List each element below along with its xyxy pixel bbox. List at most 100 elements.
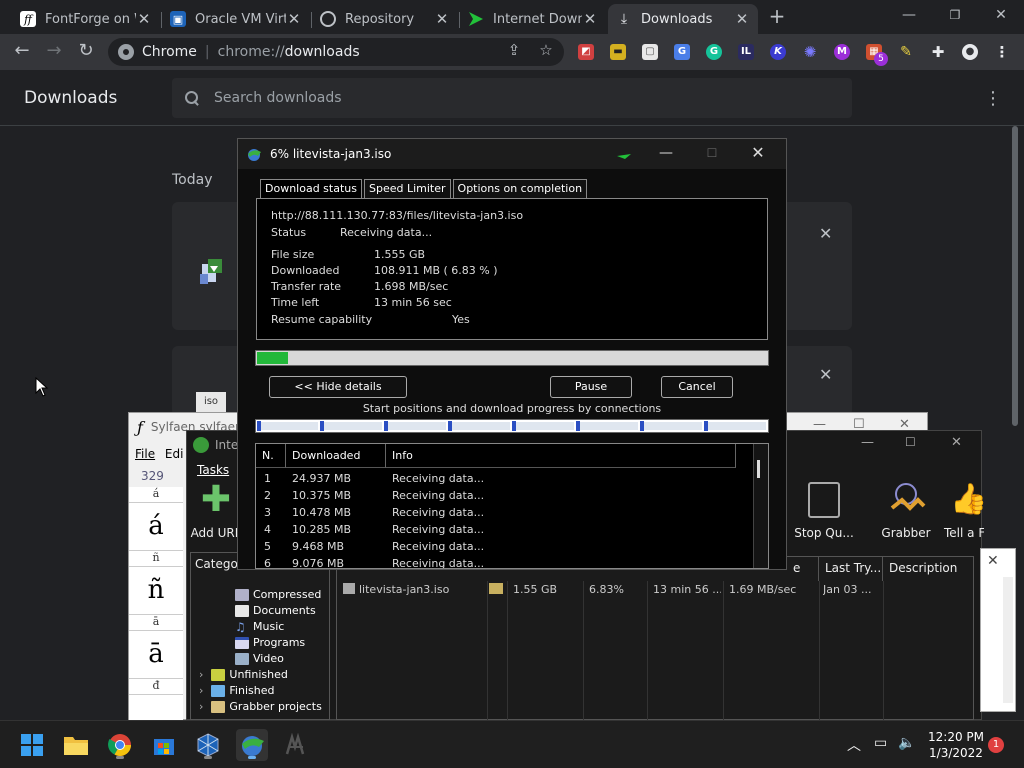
more-options-icon[interactable]: ⋮ [984,88,1002,109]
tab-downloads[interactable]: ⤓ Downloads ✕ [608,4,758,34]
category-documents[interactable]: Documents [235,604,316,617]
idm-main-close[interactable]: ✕ [951,435,962,450]
extension-m-icon[interactable]: M [834,44,850,60]
menu-tasks[interactable]: Tasks [197,463,229,477]
extension-icon-3[interactable]: ▢ [642,44,658,60]
category-compressed[interactable]: Compressed [235,588,321,601]
tab-speed-limiter[interactable]: Speed Limiter [363,179,451,198]
close-icon[interactable]: ✕ [987,553,999,569]
category-video[interactable]: Video [235,652,284,665]
stop-queue-button[interactable]: Stop Qu... [792,482,856,540]
tab-repository[interactable]: Repository ✕ [312,4,458,34]
grammarly-icon[interactable]: G [706,44,722,60]
scrollbar-thumb[interactable] [1012,126,1018,426]
table-row[interactable]: 4 10.285 MB Receiving data... [256,521,736,538]
show-hidden-icons[interactable]: ︿ [847,735,861,755]
table-row[interactable]: 5 9.468 MB Receiving data... [256,538,736,555]
tab-internet-download-manager[interactable]: Internet Downl ✕ [460,4,606,34]
cancel-button[interactable]: Cancel [661,376,733,398]
idm-taskbar-button[interactable] [236,729,268,761]
close-window-button[interactable]: ✕ [978,4,1024,28]
column-header[interactable]: e [787,557,819,581]
status-value: Receiving data... [340,226,433,239]
column-header-number[interactable]: N. [256,444,286,468]
fontforge-taskbar-button[interactable] [280,729,312,761]
network-icon[interactable]: ▭ [874,735,887,751]
category-music[interactable]: ♫ Music [235,620,284,633]
tell-a-friend-button[interactable]: 👍 Tell a Fr [940,482,984,540]
idm-main-maximize[interactable]: ☐ [905,435,916,449]
tab-options-on-completion[interactable]: Options on completion [452,179,588,198]
remove-download-icon[interactable]: ✕ [819,365,832,384]
extension-k-icon[interactable]: K [770,44,786,60]
menu-file[interactable]: File [135,447,155,461]
close-icon[interactable]: ✕ [734,10,750,28]
address-bar[interactable]: Chrome | chrome://downloads [108,38,564,66]
tab-download-status[interactable]: Download status [260,179,362,198]
category-finished[interactable]: › Finished [199,684,274,697]
extension-il-icon[interactable]: IL [738,44,754,60]
back-button[interactable]: ← [10,40,34,64]
table-row[interactable]: 3 10.478 MB Receiving data... [256,504,736,521]
extensions-puzzle-icon[interactable]: ✚ [930,44,946,60]
file-explorer-button[interactable] [60,729,92,761]
remove-download-icon[interactable]: ✕ [819,224,832,243]
page-scrollbar[interactable] [1010,126,1020,426]
forward-button[interactable]: → [42,40,66,64]
column-header-info[interactable]: Info [386,444,736,468]
bookmark-star-icon[interactable]: ☆ [536,40,556,60]
table-row[interactable]: 2 10.375 MB Receiving data... [256,487,736,504]
system-clock[interactable]: 12:20 PM 1/3/2022 [920,729,992,761]
virtualbox-taskbar-button[interactable] [192,729,224,761]
extension-pencil-icon[interactable]: ✎ [898,44,914,60]
table-row[interactable]: 6 9.076 MB Receiving data... [256,555,736,568]
reload-button[interactable]: ↻ [74,40,98,64]
close-icon[interactable]: ✕ [286,10,302,28]
category-grabber-projects[interactable]: › Grabber projects [199,700,322,713]
table-row[interactable]: 1 24.937 MB Receiving data... [256,470,736,487]
category-programs[interactable]: Programs [235,636,305,649]
pause-button[interactable]: Pause [550,376,632,398]
search-downloads-input[interactable]: Search downloads [172,78,852,118]
column-header[interactable]: Description [883,557,975,581]
minimize-button[interactable]: — [886,4,932,28]
chrome-taskbar-button[interactable] [104,729,136,761]
glyph-cell[interactable]: á [129,503,183,551]
folder-icon [211,700,226,713]
grabber-button[interactable]: Grabber [874,482,938,540]
column-divider [507,581,508,721]
chrome-menu-icon[interactable]: ⋮ [994,44,1010,60]
column-header[interactable]: Last Try... [819,557,883,581]
new-tab-button[interactable]: + [766,6,788,28]
close-icon[interactable]: ✕ [582,10,598,28]
tab-fontforge[interactable]: ff FontForge on W ✕ [12,4,160,34]
column-header-downloaded[interactable]: Downloaded [286,444,386,468]
volume-icon[interactable]: 🔈 [898,735,915,751]
extension-icon-2[interactable]: ▬ [610,44,626,60]
start-button[interactable] [16,729,48,761]
category-unfinished[interactable]: › Unfinished [199,668,288,681]
translate-icon[interactable]: G [674,44,690,60]
maximize-button[interactable]: ☐ [692,143,732,165]
close-icon[interactable]: ✕ [136,10,152,28]
glyph-cell[interactable]: ñ [129,567,183,615]
minimize-button[interactable]: — [646,143,686,165]
connections-scrollbar[interactable] [753,444,768,568]
scrollbar-thumb[interactable] [757,460,760,478]
idm-main-minimize[interactable]: — [861,435,874,450]
menu-edit[interactable]: Edi [165,447,184,461]
extension-snowflake-icon[interactable]: ✺ [802,44,818,60]
close-icon[interactable]: ✕ [434,10,450,28]
share-icon[interactable]: ⇪ [504,40,524,60]
close-dialog-button[interactable]: ✕ [738,143,778,165]
restore-button[interactable]: ❐ [932,4,978,28]
scrollbar[interactable] [1003,577,1013,703]
notification-badge[interactable]: 1 [988,737,1004,753]
tab-virtualbox[interactable]: ▣ Oracle VM Virtu ✕ [162,4,310,34]
glyph-cell[interactable]: ā [129,631,183,679]
profile-avatar-icon[interactable]: ● [962,44,978,60]
extension-icon-1[interactable]: ◩ [578,44,594,60]
store-button[interactable] [148,729,180,761]
table-row[interactable]: litevista-jan3.iso [343,581,483,599]
hide-details-button[interactable]: << Hide details [269,376,407,398]
